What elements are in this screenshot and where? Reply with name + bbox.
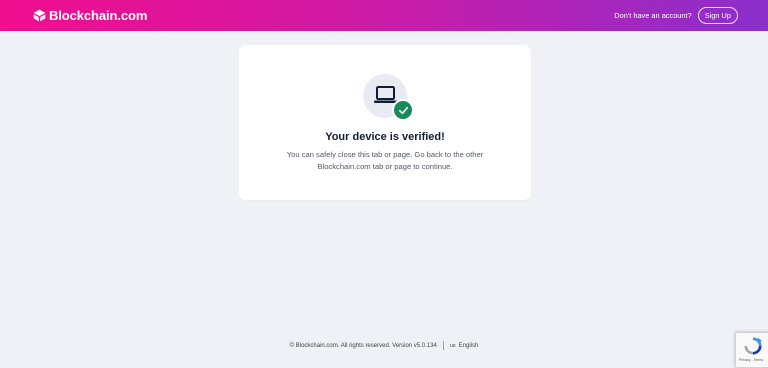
language-selector[interactable]: us English <box>450 343 479 349</box>
copyright-text: © Blockchain.com. All rights reserved. V… <box>289 342 437 349</box>
footer: © Blockchain.com. All rights reserved. V… <box>0 341 768 350</box>
language-label: English <box>458 342 479 349</box>
recaptcha-badge[interactable]: Privacy - Terms <box>735 332 768 368</box>
logo-text: Blockchain.com <box>49 8 148 23</box>
check-icon <box>398 106 408 114</box>
us-flag-icon: us <box>449 342 456 349</box>
verification-card: Your device is verified! You can safely … <box>239 45 531 200</box>
footer-divider <box>442 341 444 350</box>
blockchain-logo-icon <box>33 9 46 22</box>
recaptcha-privacy-terms[interactable]: Privacy - Terms <box>739 358 763 362</box>
card-title: Your device is verified! <box>325 131 445 143</box>
laptop-icon <box>374 86 397 103</box>
verified-check-badge <box>392 99 414 121</box>
recaptcha-icon <box>744 337 762 355</box>
account-prompt: Don't have an account? <box>614 11 692 20</box>
sign-up-button[interactable]: Sign Up <box>697 7 738 24</box>
header-actions: Don't have an account? Sign Up <box>614 7 738 24</box>
card-description: You can safely close this tab or page. G… <box>286 150 484 171</box>
top-header: Blockchain.com Don't have an account? Si… <box>0 0 768 31</box>
blockchain-logo[interactable]: Blockchain.com <box>33 8 147 23</box>
